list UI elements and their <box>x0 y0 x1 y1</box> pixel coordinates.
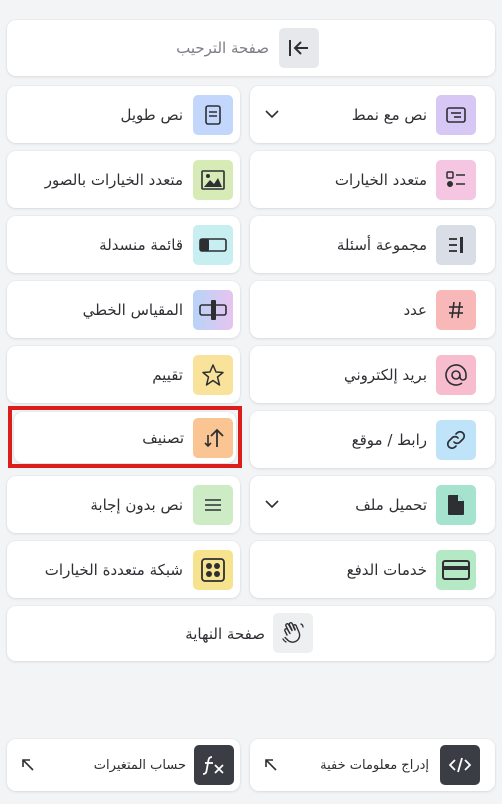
credit-card-icon <box>436 550 476 590</box>
hidden-info-button[interactable]: إدراج معلومات خفية <box>250 739 495 791</box>
variables-button[interactable]: حساب المتغيرات <box>7 739 240 791</box>
dropdown-icon <box>193 225 233 265</box>
lines-icon <box>193 485 233 525</box>
question-group-button[interactable]: مجموعة أسئلة <box>250 216 495 273</box>
no-answer-text-button[interactable]: نص بدون إجابة <box>7 476 240 533</box>
rating-label: تقييم <box>152 365 183 384</box>
question-group-icon <box>436 225 476 265</box>
file-upload-label: تحميل ملف <box>355 495 427 514</box>
dropdown-button[interactable]: قائمة منسدلة <box>7 216 240 273</box>
payment-button[interactable]: خدمات الدفع <box>250 541 495 598</box>
expand-arrow-icon[interactable] <box>264 739 278 791</box>
question-group-label: مجموعة أسئلة <box>336 235 427 254</box>
link-icon <box>436 420 476 460</box>
variables-label: حساب المتغيرات <box>93 757 186 773</box>
styled-text-icon <box>436 95 476 135</box>
email-label: بريد إلكتروني <box>343 365 427 384</box>
waving-hand-icon <box>273 613 313 653</box>
ranking-label: تصنيف <box>142 428 184 447</box>
no-answer-text-label: نص بدون إجابة <box>90 495 183 514</box>
document-icon <box>193 95 233 135</box>
text-with-style-button[interactable]: نص مع نمط <box>250 86 495 143</box>
rating-button[interactable]: تقييم <box>7 346 240 403</box>
linear-scale-button[interactable]: المقياس الخطي <box>7 281 240 338</box>
image-icon <box>193 160 233 200</box>
multiple-choice-label: متعدد الخيارات <box>334 170 427 189</box>
linear-scale-label: المقياس الخطي <box>82 300 183 319</box>
number-label: عدد <box>403 300 427 319</box>
function-icon <box>194 745 234 785</box>
grid-icon <box>193 550 233 590</box>
link-label: رابط / موقع <box>351 430 427 449</box>
welcome-page-label: صفحة الترحيب <box>176 39 269 57</box>
collapse-arrow-icon <box>279 28 319 68</box>
payment-label: خدمات الدفع <box>346 560 427 579</box>
number-button[interactable]: عدد <box>250 281 495 338</box>
hidden-info-label: إدراج معلومات خفية <box>320 757 429 773</box>
welcome-page-button[interactable]: صفحة الترحيب <box>7 20 495 76</box>
image-choice-label: متعدد الخيارات بالصور <box>44 170 183 189</box>
dropdown-label: قائمة منسدلة <box>99 235 183 254</box>
choice-grid-label: شبكة متعددة الخيارات <box>44 560 183 579</box>
long-text-label: نص طويل <box>120 105 183 124</box>
hash-icon <box>436 290 476 330</box>
text-with-style-label: نص مع نمط <box>351 105 427 124</box>
expand-arrow-icon[interactable] <box>21 739 35 791</box>
ranking-button[interactable]: تصنيف <box>14 412 236 463</box>
choice-grid-button[interactable]: شبكة متعددة الخيارات <box>7 541 240 598</box>
multiple-choice-button[interactable]: متعدد الخيارات <box>250 151 495 208</box>
sort-arrows-icon <box>193 418 233 458</box>
end-page-label: صفحة النهاية <box>185 624 265 643</box>
star-icon <box>193 355 233 395</box>
end-page-button[interactable]: صفحة النهاية <box>7 606 495 661</box>
chevron-down-icon[interactable] <box>262 86 282 143</box>
file-upload-button[interactable]: تحميل ملف <box>250 476 495 533</box>
code-icon <box>440 745 480 785</box>
long-text-button[interactable]: نص طويل <box>7 86 240 143</box>
at-icon <box>436 355 476 395</box>
link-button[interactable]: رابط / موقع <box>250 411 495 468</box>
linear-scale-icon <box>193 290 233 330</box>
image-choice-button[interactable]: متعدد الخيارات بالصور <box>7 151 240 208</box>
email-button[interactable]: بريد إلكتروني <box>250 346 495 403</box>
file-icon <box>436 485 476 525</box>
choice-list-icon <box>436 160 476 200</box>
chevron-down-icon[interactable] <box>262 476 282 533</box>
